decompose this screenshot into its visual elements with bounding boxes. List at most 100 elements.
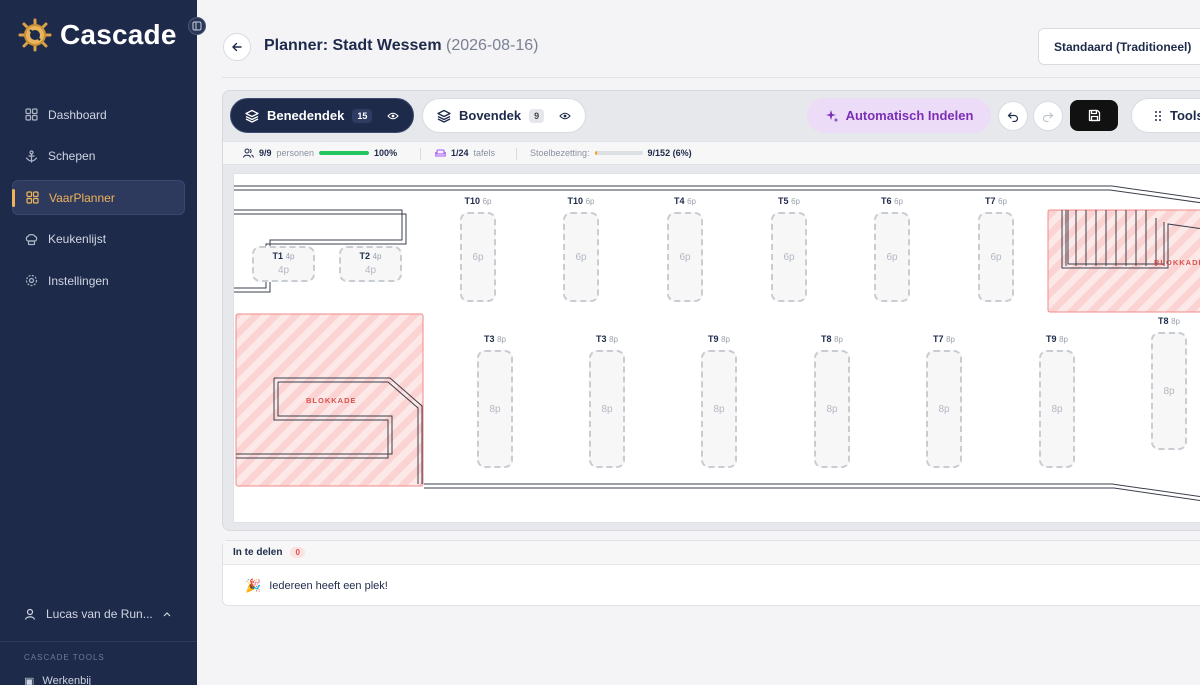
tab-benedendek[interactable]: Benedendek 15 bbox=[230, 98, 414, 133]
tools-link-label: Werkenbij bbox=[42, 675, 92, 685]
seat-label: Stoelbezetting: bbox=[530, 148, 590, 158]
table-t3[interactable]: T3 8p 8p bbox=[477, 334, 513, 468]
table-label: T8 8p bbox=[816, 334, 848, 344]
table-capacity: 8p bbox=[1059, 335, 1068, 344]
table-label: T7 8p bbox=[928, 334, 960, 344]
table-label: T5 6p bbox=[773, 196, 805, 206]
nav-item-instellingen[interactable]: Instellingen bbox=[12, 263, 185, 298]
table-seats: 6p bbox=[886, 252, 898, 263]
save-disk-icon bbox=[1088, 109, 1100, 122]
table-t9[interactable]: T9 8p 8p bbox=[701, 334, 737, 468]
table-seats: 6p bbox=[783, 252, 795, 263]
table-t8[interactable]: T8 8p 8p bbox=[1151, 316, 1187, 450]
grid-icon bbox=[26, 191, 39, 204]
table-t7[interactable]: T7 6p 6p bbox=[978, 196, 1014, 302]
table-t3[interactable]: T3 8p 8p bbox=[589, 334, 625, 468]
table-t10[interactable]: T10 6p 6p bbox=[563, 196, 599, 302]
sidebar-divider bbox=[0, 641, 197, 642]
tab-bovendek[interactable]: Bovendek 9 bbox=[422, 98, 586, 133]
table-label: T9 8p bbox=[703, 334, 735, 344]
table-t8[interactable]: T8 8p 8p bbox=[814, 334, 850, 468]
tools-heading: CASCADE TOOLS bbox=[24, 653, 105, 662]
table-capacity: 8p bbox=[1171, 317, 1180, 326]
stats-bar: 9/9 personen 100% 1/24 tafels Stoelbezet… bbox=[223, 141, 1200, 165]
table-t7[interactable]: T7 8p 8p bbox=[926, 334, 962, 468]
ship-wheel-logo-icon bbox=[18, 18, 52, 52]
table-name: T8 bbox=[1158, 316, 1169, 326]
table-name: T1 bbox=[272, 251, 284, 261]
table-capacity: 8p bbox=[946, 335, 955, 344]
table-seats: 8p bbox=[489, 404, 501, 415]
page-title-date: (2026-08-16) bbox=[446, 37, 539, 54]
table-t5[interactable]: T5 6p 6p bbox=[771, 196, 807, 302]
nav-item-schepen[interactable]: Schepen bbox=[12, 139, 185, 174]
redo-button[interactable] bbox=[1033, 101, 1063, 131]
table-seats: 6p bbox=[990, 252, 1002, 263]
table-t10[interactable]: T10 6p 6p bbox=[460, 196, 496, 302]
table-t9[interactable]: T9 8p 8p bbox=[1039, 334, 1075, 468]
nav-item-dashboard[interactable]: Dashboard bbox=[12, 97, 185, 132]
table-capacity: 8p bbox=[609, 335, 618, 344]
eye-icon[interactable] bbox=[559, 112, 571, 120]
nav-label: Dashboard bbox=[48, 107, 107, 122]
unassigned-message-row: 🎉 Iedereen heeft een plek! bbox=[245, 578, 388, 594]
persons-progress bbox=[319, 151, 370, 155]
tables-value: 1/24 bbox=[451, 148, 469, 158]
table-seats: 6p bbox=[472, 252, 484, 263]
table-label: T6 6p bbox=[876, 196, 908, 206]
back-button[interactable] bbox=[223, 33, 251, 61]
tab-label: Bovendek bbox=[459, 108, 522, 123]
unassigned-count-badge: 0 bbox=[290, 547, 305, 558]
table-capacity: 6p bbox=[894, 197, 903, 206]
table-t1[interactable]: T1 4p 4p bbox=[252, 246, 315, 282]
table-seats: 6p bbox=[679, 252, 691, 263]
brand-name: Cascade bbox=[60, 19, 177, 50]
table-capacity: 4p bbox=[372, 252, 382, 261]
table-label: T9 8p bbox=[1041, 334, 1073, 344]
table-name: T3 bbox=[596, 334, 607, 344]
layers-icon bbox=[245, 109, 259, 123]
tools-label: Tools bbox=[1170, 108, 1200, 123]
table-capacity: 6p bbox=[687, 197, 696, 206]
layout-select[interactable]: Standaard (Traditioneel) bbox=[1038, 28, 1200, 65]
gear-icon bbox=[25, 274, 38, 287]
table-seats: 4p bbox=[364, 265, 377, 276]
page-title: Planner: Stadt Wessem (2026-08-16) bbox=[264, 37, 539, 55]
chevron-up-icon bbox=[163, 612, 171, 617]
tab-label: Benedendek bbox=[267, 108, 345, 123]
table-name: T9 bbox=[1046, 334, 1057, 344]
tools-button[interactable]: Tools bbox=[1131, 98, 1200, 133]
stats-separator bbox=[420, 148, 421, 160]
sofa-icon bbox=[435, 149, 446, 157]
table-label: T3 8p bbox=[479, 334, 511, 344]
collapse-sidebar-button[interactable] bbox=[188, 17, 206, 35]
table-t4[interactable]: T4 6p 6p bbox=[667, 196, 703, 302]
table-capacity: 8p bbox=[721, 335, 730, 344]
table-capacity: 8p bbox=[497, 335, 506, 344]
eye-icon[interactable] bbox=[387, 112, 399, 120]
undo-button[interactable] bbox=[998, 101, 1028, 131]
unassigned-title: In te delen bbox=[233, 547, 283, 558]
stat-seat-occupancy: Stoelbezetting: 9/152 (6%) bbox=[530, 148, 692, 158]
table-t6[interactable]: T6 6p 6p bbox=[874, 196, 910, 302]
table-label: T10 6p bbox=[462, 196, 494, 206]
tools-link-werkenbij[interactable]: ▣ Werkenbij bbox=[24, 675, 91, 685]
brand[interactable]: Cascade bbox=[18, 18, 177, 52]
table-t2[interactable]: T2 4p 4p bbox=[339, 246, 402, 282]
save-button[interactable] bbox=[1070, 100, 1118, 131]
persons-percent: 100% bbox=[374, 148, 398, 158]
unassigned-panel: In te delen 0 🎉 Iedereen heeft een plek! bbox=[222, 540, 1200, 606]
user-menu[interactable]: Lucas van de Run... bbox=[24, 607, 171, 621]
table-name: T8 bbox=[821, 334, 832, 344]
table-name: T9 bbox=[708, 334, 719, 344]
auto-assign-button[interactable]: Automatisch Indelen bbox=[807, 98, 991, 133]
hull-outline bbox=[234, 185, 1200, 502]
page-title-text: Planner: Stadt Wessem bbox=[264, 37, 442, 54]
nav-item-keukenlijst[interactable]: Keukenlijst bbox=[12, 222, 185, 257]
main-nav: Dashboard Schepen VaarPlanner Keukenlijs… bbox=[12, 97, 185, 305]
table-seats: 4p bbox=[277, 265, 290, 276]
nav-item-vaarplanner[interactable]: VaarPlanner bbox=[12, 180, 185, 215]
table-capacity: 4p bbox=[285, 252, 295, 261]
planner-panel: Benedendek 15 Bovendek 9 Automatisch Ind… bbox=[222, 90, 1200, 531]
unassigned-header: In te delen 0 bbox=[223, 541, 1200, 565]
